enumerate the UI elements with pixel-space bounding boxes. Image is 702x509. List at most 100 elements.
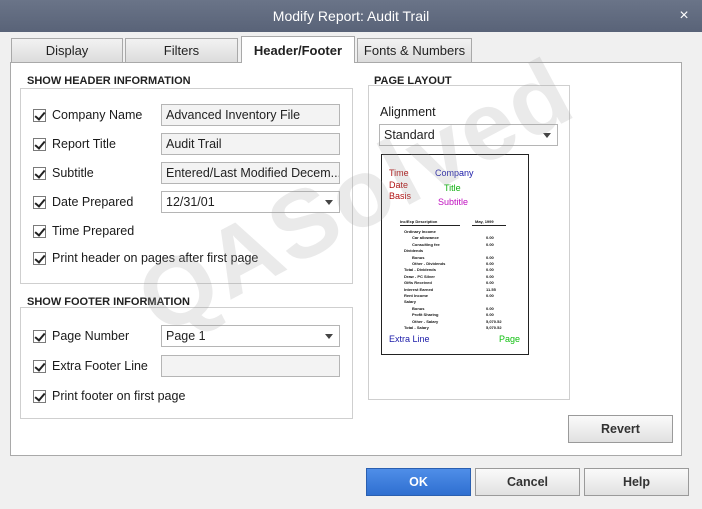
header-section-title: SHOW HEADER INFORMATION: [27, 75, 191, 87]
preview-mini-row-value: 0.00: [486, 267, 494, 273]
alignment-label: Alignment: [380, 105, 436, 119]
preview-mini-row-label: Draw - PC Silver: [404, 273, 435, 279]
page-number-row: Page Number: [33, 329, 129, 343]
preview-subtitle: Subtitle: [438, 197, 469, 207]
tab-panel: SHOW HEADER INFORMATION Company Name Adv…: [10, 62, 682, 456]
preview-mini-row-value: 0.00: [486, 261, 494, 266]
alignment-value: Standard: [384, 128, 435, 142]
date-prepared-checkbox[interactable]: [33, 195, 46, 209]
preview-title: Title: [444, 183, 461, 193]
preview-mini-row-label: Dividends: [404, 248, 424, 254]
chevron-down-icon: [543, 133, 551, 138]
print-header-label: Print header on pages after first page: [52, 251, 259, 265]
preview-mini-row-label: Bonus: [412, 305, 425, 311]
extra-footer-field[interactable]: [161, 355, 340, 377]
preview-mini-row-value: 0.00: [486, 235, 494, 241]
preview-mini-row-label: Total - Salary: [404, 325, 429, 330]
close-icon[interactable]: ×: [674, 6, 694, 26]
tab-fonts-numbers[interactable]: Fonts & Numbers: [357, 38, 472, 62]
company-name-label: Company Name: [52, 108, 143, 122]
preview-mini-row-label: Other - Salary: [412, 318, 439, 324]
preview-mini-row-value: 0.00: [486, 280, 494, 286]
preview-mini-row-value: 0.00: [486, 312, 494, 318]
preview-mini-row-value: 5,070.52: [486, 318, 502, 324]
report-title-field[interactable]: Audit Trail: [161, 133, 340, 155]
date-prepared-value: 12/31/01: [166, 195, 215, 209]
preview-mini-row-label: Car allowance: [412, 235, 439, 241]
preview-mini-row-label: Salary: [404, 299, 417, 305]
subtitle-row: Subtitle: [33, 166, 94, 180]
page-number-checkbox[interactable]: [33, 329, 46, 343]
preview-mini-row-label: Profit Sharing: [412, 312, 439, 318]
report-title-checkbox[interactable]: [33, 137, 46, 151]
extra-footer-row: Extra Footer Line: [33, 359, 148, 373]
preview-extra-line: Extra Line: [389, 334, 430, 344]
company-name-row: Company Name: [33, 108, 142, 122]
print-footer-label: Print footer on first page: [52, 389, 186, 403]
company-name-checkbox[interactable]: [33, 108, 46, 122]
preview-mini-row-value: 0.00: [486, 241, 494, 247]
preview-mini-row-value: 0.00: [486, 273, 494, 279]
preview-mini-row-value: 0.00: [486, 254, 494, 260]
tab-display[interactable]: Display: [11, 38, 123, 62]
revert-button[interactable]: Revert: [568, 415, 673, 443]
date-prepared-select[interactable]: 12/31/01: [161, 191, 340, 213]
preview-mini-row-value: 0.00: [486, 305, 494, 311]
tab-fonts-numbers-label: Fonts & Numbers: [363, 43, 466, 58]
preview-time: Time: [389, 168, 409, 178]
time-prepared-checkbox[interactable]: [33, 224, 46, 238]
chevron-down-icon: [325, 200, 333, 205]
date-prepared-label: Date Prepared: [52, 195, 134, 209]
subtitle-checkbox[interactable]: [33, 166, 46, 180]
print-footer-row: Print footer on first page: [33, 389, 185, 403]
time-prepared-row: Time Prepared: [33, 224, 134, 238]
preview-mini-row-value: 11.55: [486, 286, 496, 292]
preview-mini-row-label: Total - Dividends: [404, 267, 436, 273]
title-bar: Modify Report: Audit Trail ×: [0, 0, 702, 32]
window-title: Modify Report: Audit Trail: [272, 8, 430, 24]
preview-date: Date: [389, 180, 409, 190]
help-button[interactable]: Help: [584, 468, 689, 496]
preview-mini-row-value: 5,070.52: [486, 325, 502, 330]
preview-mini-row-label: Other - Dividends: [412, 261, 446, 266]
cancel-button[interactable]: Cancel: [475, 468, 580, 496]
alignment-select[interactable]: Standard: [379, 124, 558, 146]
preview-mini-rule: [400, 225, 460, 226]
page-number-label: Page Number: [52, 329, 130, 343]
extra-footer-label: Extra Footer Line: [52, 359, 148, 373]
preview-mini-row-label: Interest Earned: [404, 286, 434, 292]
print-header-row: Print header on pages after first page: [33, 251, 258, 265]
chevron-down-icon: [325, 334, 333, 339]
tab-display-label: Display: [45, 43, 89, 58]
tab-header-footer-label: Header/Footer: [253, 42, 343, 58]
page-number-value: Page 1: [166, 329, 206, 343]
preview-mini-row-label: Rent Income: [404, 293, 429, 298]
print-footer-checkbox[interactable]: [33, 389, 46, 403]
preview-page: Page: [499, 334, 521, 344]
time-prepared-label: Time Prepared: [52, 224, 135, 238]
preview-mini-header-date: May, 1999: [475, 219, 494, 224]
preview-mini-row-label: Consulting fee: [412, 241, 440, 247]
page-number-select[interactable]: Page 1: [161, 325, 340, 347]
preview-company: Company: [435, 168, 474, 178]
tab-filters-label: Filters: [163, 43, 200, 58]
preview-mini-row-value: 0.00: [486, 293, 494, 298]
subtitle-field[interactable]: Entered/Last Modified Decem...: [161, 162, 340, 184]
preview-mini-rule: [472, 225, 506, 226]
print-header-checkbox[interactable]: [33, 251, 46, 265]
report-title-label: Report Title: [52, 137, 116, 151]
preview-mini-header-desc: Inc/Exp Description: [400, 219, 438, 224]
page-layout-preview: Time Date Basis Company Title Subtitle I…: [381, 154, 529, 355]
ok-button[interactable]: OK: [366, 468, 471, 496]
preview-mini-row-label: Gifts Received: [404, 280, 432, 286]
preview-basis: Basis: [389, 191, 412, 201]
company-name-field[interactable]: Advanced Inventory File: [161, 104, 340, 126]
preview-mini-row-label: Bonus: [412, 254, 425, 260]
subtitle-label: Subtitle: [52, 166, 94, 180]
tab-header-footer[interactable]: Header/Footer: [241, 36, 355, 63]
date-prepared-row: Date Prepared: [33, 195, 133, 209]
tab-filters[interactable]: Filters: [125, 38, 238, 62]
preview-mini-row-label: Ordinary Income: [404, 229, 436, 234]
extra-footer-checkbox[interactable]: [33, 359, 46, 373]
report-title-row: Report Title: [33, 137, 116, 151]
